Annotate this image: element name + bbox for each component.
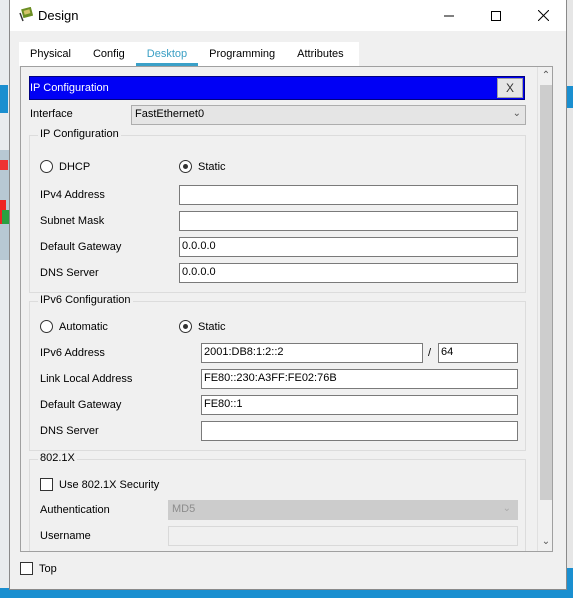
background-decor [566, 86, 573, 108]
close-ip-configuration-button[interactable]: X [497, 78, 523, 98]
tab-desktop[interactable]: Desktop [135, 42, 199, 67]
ip-configuration-title: IP Configuration [30, 82, 109, 94]
use-8021x-security-label: Use 802.1X Security [59, 478, 160, 491]
ipv6-default-gateway-input[interactable]: FE80::1 [201, 395, 518, 415]
static-ipv4-radio-label: Static [198, 160, 226, 173]
tab-bar: Physical Config Desktop Programming Attr… [19, 42, 359, 67]
interface-label: Interface [30, 108, 73, 120]
ipv4-configuration-group: IP Configuration DHCP Static IPv4 Addres… [29, 128, 526, 293]
tab-programming[interactable]: Programming [198, 42, 286, 66]
ipv4-address-label: IPv4 Address [40, 189, 105, 201]
background-decor [0, 160, 8, 170]
authentication-select-value: MD5 [172, 503, 196, 515]
link-local-address-input[interactable]: FE80::230:A3FF:FE02:76B [201, 369, 518, 389]
radio-checked-icon [179, 160, 192, 173]
username-label: Username [40, 530, 91, 542]
ipv4-address-input[interactable] [179, 185, 518, 205]
close-button[interactable] [520, 0, 566, 31]
tab-physical[interactable]: Physical [19, 42, 82, 66]
radio-checked-icon [179, 320, 192, 333]
authentication-select[interactable]: MD5 ⌄ [168, 500, 518, 520]
prefix-separator: / [428, 347, 432, 359]
scroll-down-icon[interactable]: ⌄ [538, 534, 552, 550]
subnet-mask-input[interactable] [179, 211, 518, 231]
ip-configuration-panel: IP Configuration X Interface FastEtherne… [20, 66, 553, 552]
checkbox-unchecked-icon [40, 478, 53, 491]
subnet-mask-label: Subnet Mask [40, 215, 105, 227]
minimize-button[interactable] [426, 0, 472, 31]
background-blue-strip [0, 85, 8, 113]
close-icon [537, 10, 549, 21]
chevron-down-icon: ⌄ [512, 108, 521, 119]
packet-tracer-app-icon [17, 6, 34, 23]
dhcp-radio-label: DHCP [59, 160, 91, 173]
ipv4-dns-server-input[interactable]: 0.0.0.0 [179, 263, 518, 283]
design-window: Design Physical Config Desktop Programmi… [9, 0, 567, 590]
checkbox-unchecked-icon [20, 562, 33, 575]
use-8021x-security-checkbox[interactable]: Use 802.1X Security [40, 478, 159, 491]
top-checkbox[interactable]: Top [20, 562, 57, 575]
ipv6-prefix-length-input[interactable]: 64 [438, 343, 518, 363]
ipv6-address-input[interactable]: 2001:DB8:1:2::2 [201, 343, 423, 363]
radio-unchecked-icon [40, 160, 53, 173]
static-ipv6-radio[interactable]: Static [179, 320, 226, 333]
ipv6-address-label: IPv6 Address [40, 347, 105, 359]
dot1x-group-label: 802.1X [38, 452, 77, 464]
link-local-address-label: Link Local Address [40, 373, 133, 385]
scroll-up-icon[interactable]: ⌃ [538, 68, 552, 84]
static-ipv4-radio[interactable]: Static [179, 160, 226, 173]
minimize-icon [444, 15, 454, 16]
ipv6-default-gateway-label: Default Gateway [40, 399, 122, 411]
ipv6-group-label: IPv6 Configuration [38, 294, 133, 306]
title-bar[interactable]: Design [10, 0, 566, 31]
window-title: Design [38, 8, 79, 23]
username-input[interactable] [168, 526, 518, 546]
radio-unchecked-icon [40, 320, 53, 333]
top-checkbox-label: Top [39, 562, 57, 575]
ipv4-default-gateway-input[interactable]: 0.0.0.0 [179, 237, 518, 257]
dot1x-group: 802.1X Use 802.1X Security Authenticatio… [29, 452, 526, 551]
chevron-down-icon: ⌄ [502, 503, 511, 514]
static-ipv6-radio-label: Static [198, 320, 226, 333]
ipv4-group-label: IP Configuration [38, 128, 121, 140]
ipv6-dns-server-input[interactable] [201, 421, 518, 441]
automatic-ipv6-radio-label: Automatic [59, 320, 108, 333]
ipv4-default-gateway-label: Default Gateway [40, 241, 122, 253]
tab-config[interactable]: Config [82, 42, 136, 66]
ip-configuration-header: IP Configuration X [29, 76, 525, 100]
interface-select[interactable]: FastEthernet0 ⌄ [131, 105, 526, 125]
interface-select-value: FastEthernet0 [135, 108, 205, 120]
scrollbar-thumb[interactable] [540, 85, 552, 500]
vertical-scrollbar[interactable]: ⌃ ⌄ [537, 67, 552, 551]
ipv6-dns-server-label: DNS Server [40, 425, 99, 437]
dhcp-radio[interactable]: DHCP [40, 160, 90, 173]
ipv6-configuration-group: IPv6 Configuration Automatic Static IPv6… [29, 294, 526, 451]
maximize-button[interactable] [473, 0, 519, 31]
authentication-label: Authentication [40, 504, 110, 516]
ipv4-dns-server-label: DNS Server [40, 267, 99, 279]
automatic-ipv6-radio[interactable]: Automatic [40, 320, 108, 333]
background-app-right [566, 0, 573, 598]
maximize-icon [491, 10, 501, 21]
tab-attributes[interactable]: Attributes [286, 42, 354, 66]
